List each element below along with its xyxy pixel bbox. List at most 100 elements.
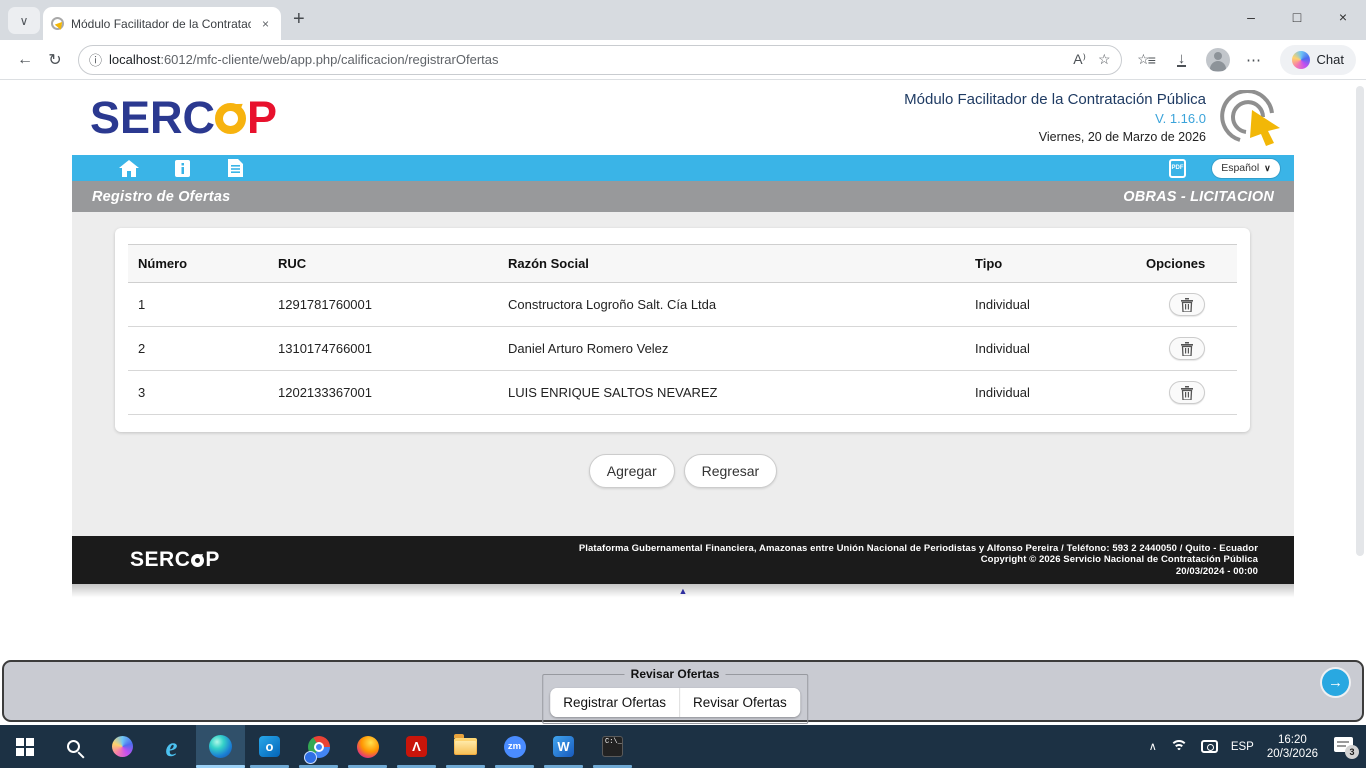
clock-date: 20/3/2026 bbox=[1267, 747, 1318, 761]
taskbar-copilot-button[interactable] bbox=[98, 725, 147, 768]
internet-explorer-icon: e bbox=[166, 737, 178, 757]
delete-offer-button[interactable] bbox=[1169, 381, 1205, 404]
settings-more-icon[interactable]: ⋯ bbox=[1238, 45, 1270, 75]
meet-now-icon[interactable] bbox=[1201, 740, 1218, 753]
info-icon[interactable] bbox=[171, 159, 193, 177]
taskbar-zoom-button[interactable]: zm bbox=[490, 725, 539, 768]
footer-text: Plataforma Gubernamental Financiera, Ama… bbox=[579, 543, 1258, 578]
tab-close-icon[interactable]: × bbox=[258, 16, 273, 32]
window-controls: – □ × bbox=[1228, 0, 1366, 34]
process-type-label: OBRAS - LICITACION bbox=[1123, 189, 1274, 205]
col-tipo: Tipo bbox=[965, 245, 1136, 283]
language-select[interactable]: Español ∨ bbox=[1212, 159, 1280, 178]
scroll-top-strip: ▲ bbox=[72, 584, 1294, 602]
mfc-swirl-logo-icon bbox=[1216, 90, 1288, 146]
taskbar-edge-button[interactable] bbox=[196, 725, 245, 768]
taskbar-acrobat-button[interactable]: Λ bbox=[392, 725, 441, 768]
acrobat-icon: Λ bbox=[406, 736, 427, 757]
home-icon[interactable] bbox=[118, 159, 140, 177]
taskbar-explorer-button[interactable] bbox=[441, 725, 490, 768]
language-value: Español bbox=[1221, 162, 1259, 174]
zoom-app-icon: zm bbox=[504, 736, 526, 758]
site-info-icon[interactable]: ⓘ bbox=[89, 50, 102, 69]
favorite-star-icon[interactable]: ☆ bbox=[1098, 51, 1111, 68]
agregar-button[interactable]: Agregar bbox=[589, 454, 675, 488]
footer-timestamp: 20/03/2024 - 00:00 bbox=[579, 566, 1258, 578]
profile-avatar[interactable] bbox=[1202, 45, 1234, 75]
revisar-ofertas-fieldset: Revisar Ofertas Registrar Ofertas Revisa… bbox=[542, 667, 808, 724]
delete-offer-button[interactable] bbox=[1169, 337, 1205, 360]
downloads-icon[interactable]: ↓ bbox=[1166, 45, 1198, 75]
sercop-favicon-icon bbox=[51, 17, 64, 30]
command-prompt-icon: C:\_ bbox=[602, 736, 623, 757]
table-row: 2 1310174766001 Daniel Arturo Romero Vel… bbox=[128, 327, 1237, 371]
back-button[interactable]: ← bbox=[10, 45, 40, 75]
regresar-button[interactable]: Regresar bbox=[684, 454, 778, 488]
notification-center-button[interactable]: 3 bbox=[1334, 737, 1356, 756]
table-header-row: Número RUC Razón Social Tipo Opciones bbox=[128, 245, 1237, 283]
search-icon bbox=[67, 740, 80, 753]
col-ruc: RUC bbox=[268, 245, 498, 283]
read-aloud-icon[interactable]: A⁾ bbox=[1073, 51, 1086, 68]
copilot-chat-button[interactable]: Chat bbox=[1280, 45, 1356, 75]
tab-search-button[interactable]: ∨ bbox=[8, 7, 40, 34]
next-arrow-button[interactable]: → bbox=[1322, 669, 1349, 696]
notification-badge: 3 bbox=[1345, 745, 1359, 759]
tab-title: Módulo Facilitador de la Contratac bbox=[71, 17, 251, 31]
document-icon[interactable] bbox=[224, 159, 246, 177]
edge-icon bbox=[209, 735, 232, 758]
refresh-button[interactable]: ↻ bbox=[40, 45, 70, 75]
trash-icon bbox=[1181, 386, 1193, 400]
pdf-export-icon[interactable]: PDF bbox=[1169, 159, 1186, 178]
taskbar-outlook-button[interactable]: o bbox=[245, 725, 294, 768]
col-numero: Número bbox=[128, 245, 268, 283]
app-title: Módulo Facilitador de la Contratación Pú… bbox=[904, 91, 1206, 108]
url-host: localhost bbox=[109, 52, 160, 67]
taskbar-ie-button[interactable]: e bbox=[147, 725, 196, 768]
table-row: 1 1291781760001 Constructora Logroño Sal… bbox=[128, 283, 1237, 327]
browser-tab[interactable]: Módulo Facilitador de la Contratac × bbox=[43, 7, 281, 40]
avatar bbox=[1206, 48, 1230, 72]
taskbar-word-button[interactable]: W bbox=[539, 725, 588, 768]
tray-expand-icon[interactable]: ∧ bbox=[1149, 740, 1157, 753]
close-button[interactable]: × bbox=[1320, 0, 1366, 34]
page-scrollbar[interactable] bbox=[1356, 86, 1364, 556]
offers-card: Número RUC Razón Social Tipo Opciones 1 … bbox=[115, 228, 1250, 432]
url-path: :6012/mfc-cliente/web/app.php/calificaci… bbox=[160, 52, 498, 67]
windows-taskbar: e o Λ zm W C:\_ ∧ ESP 16:20 20/3/2026 3 bbox=[0, 725, 1366, 768]
word-icon: W bbox=[553, 736, 574, 757]
new-tab-button[interactable]: + bbox=[293, 8, 305, 31]
revisar-ofertas-button[interactable]: Revisar Ofertas bbox=[680, 688, 800, 717]
site-container: SERCP Módulo Facilitador de la Contratac… bbox=[72, 80, 1294, 602]
app-version[interactable]: V. 1.16.0 bbox=[904, 111, 1206, 126]
registrar-ofertas-button[interactable]: Registrar Ofertas bbox=[550, 688, 680, 717]
sercop-logo: SERCP bbox=[90, 92, 277, 144]
wifi-icon[interactable] bbox=[1170, 740, 1188, 754]
clock-time: 16:20 bbox=[1267, 733, 1318, 747]
keyboard-language[interactable]: ESP bbox=[1231, 741, 1254, 753]
sercop-logo-ring-icon bbox=[215, 103, 246, 134]
footer-copyright: Copyright © 2026 Servicio Nacional de Co… bbox=[579, 554, 1258, 566]
main-nav-bar: PDF Español ∨ bbox=[72, 155, 1294, 181]
content-area: Número RUC Razón Social Tipo Opciones 1 … bbox=[72, 212, 1294, 536]
taskbar-firefox-button[interactable] bbox=[343, 725, 392, 768]
footer-address: Plataforma Gubernamental Financiera, Ama… bbox=[579, 543, 1258, 555]
taskbar-search-button[interactable] bbox=[49, 725, 98, 768]
site-footer: SERCP Plataforma Gubernamental Financier… bbox=[72, 536, 1294, 584]
clock[interactable]: 16:20 20/3/2026 bbox=[1267, 733, 1318, 761]
minimize-button[interactable]: – bbox=[1228, 0, 1274, 34]
maximize-button[interactable]: □ bbox=[1274, 0, 1320, 34]
start-button[interactable] bbox=[0, 725, 49, 768]
taskbar-cmd-button[interactable]: C:\_ bbox=[588, 725, 637, 768]
address-bar[interactable]: ⓘ localhost:6012/mfc-cliente/web/app.php… bbox=[78, 45, 1122, 75]
favorites-bar-icon[interactable]: ☆≡ bbox=[1130, 45, 1162, 75]
footer-logo-ring-icon bbox=[191, 554, 204, 567]
copilot-icon bbox=[112, 736, 133, 757]
windows-logo-icon bbox=[16, 738, 34, 756]
taskbar-chrome-button[interactable] bbox=[294, 725, 343, 768]
copilot-icon bbox=[1292, 51, 1310, 69]
footer-sercop-logo: SERCP bbox=[130, 548, 220, 572]
scroll-top-arrow-icon[interactable]: ▲ bbox=[679, 584, 688, 602]
firefox-icon bbox=[357, 736, 379, 758]
delete-offer-button[interactable] bbox=[1169, 293, 1205, 316]
